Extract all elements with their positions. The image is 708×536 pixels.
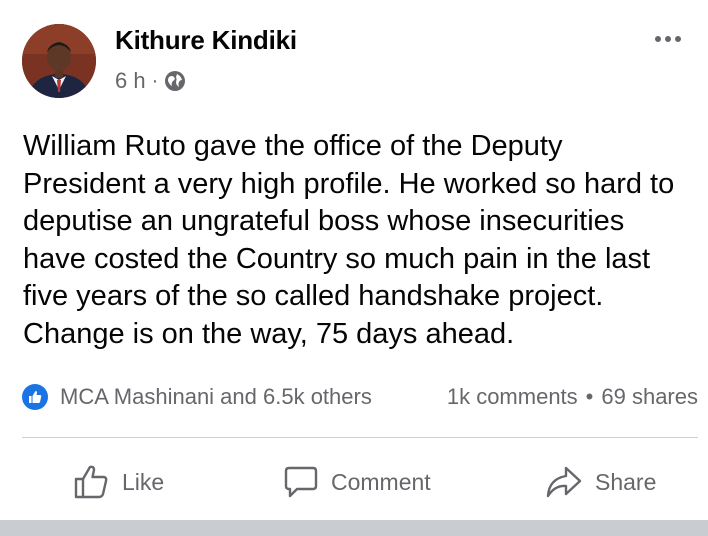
comment-label: Comment (331, 468, 431, 495)
post-stats: MCA Mashinani and 6.5k others 1k comment… (22, 380, 698, 414)
divider (22, 437, 698, 438)
like-icon (74, 465, 108, 499)
author-name[interactable]: Kithure Kindiki (115, 25, 297, 56)
feed-separator (0, 520, 708, 536)
post-card: Kithure Kindiki 6 h · William Ruto gave … (0, 0, 708, 520)
comment-button[interactable]: Comment (283, 450, 431, 514)
like-label: Like (122, 468, 165, 495)
engagement-counts: 1k comments • 69 shares (447, 384, 698, 410)
like-button[interactable]: Like (72, 450, 164, 514)
post-text: William Ruto gave the office of the Depu… (23, 130, 675, 350)
comment-icon (284, 466, 318, 498)
action-bar: Like Comment Share (0, 450, 708, 514)
more-options-icon (655, 36, 661, 42)
share-label: Share (595, 468, 657, 495)
thumbs-up-icon (22, 384, 48, 410)
more-options-button[interactable] (648, 26, 688, 52)
share-button[interactable]: Share (545, 450, 656, 514)
reactions-count[interactable]: MCA Mashinani and 6.5k others (60, 384, 447, 410)
comments-count[interactable]: 1k comments (447, 384, 578, 410)
meta-separator: · (151, 69, 159, 92)
author-avatar[interactable] (22, 24, 96, 98)
share-icon (546, 466, 582, 498)
shares-count[interactable]: 69 shares (601, 384, 698, 410)
globe-icon[interactable] (164, 70, 186, 92)
post-time[interactable]: 6 h (115, 68, 146, 94)
stats-bullet: • (585, 384, 594, 409)
post-meta: 6 h · (115, 66, 186, 96)
